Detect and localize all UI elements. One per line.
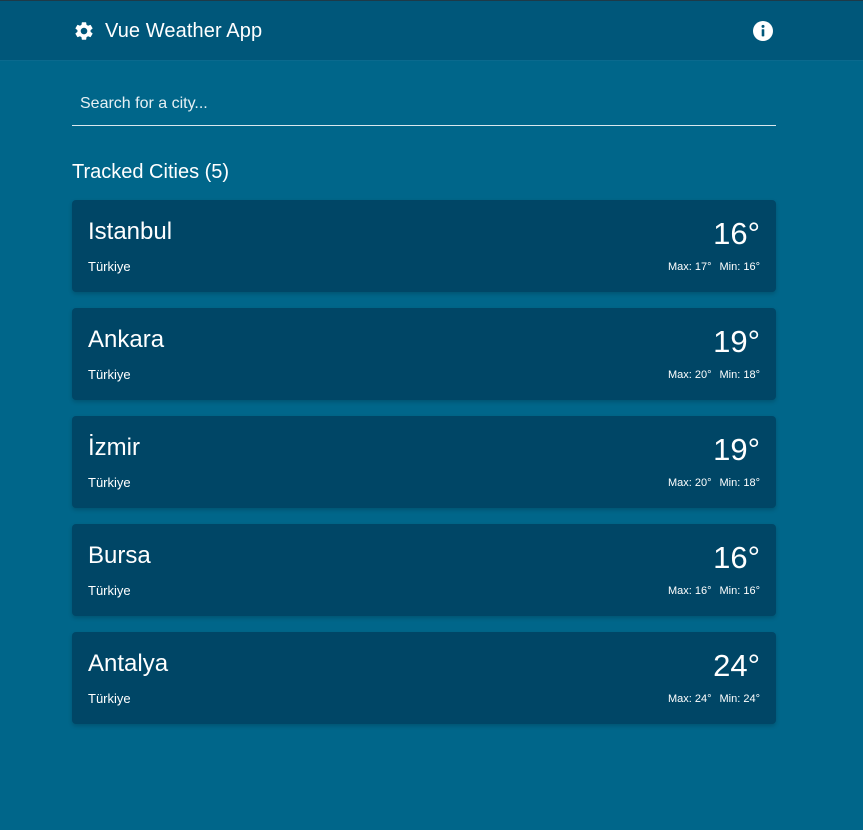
- city-name: Antalya: [88, 650, 169, 677]
- max-temperature: Max: 24°: [667, 693, 712, 705]
- min-temperature: Min: 18°: [719, 369, 760, 381]
- temperature-range: Max: 20° Min: 18°: [668, 477, 760, 489]
- min-temperature: Min: 16°: [719, 585, 760, 597]
- max-temperature: Max: 16°: [667, 585, 712, 597]
- temperature-range: Max: 17° Min: 16°: [668, 261, 760, 273]
- city-country: Türkiye: [88, 259, 131, 274]
- temperature-range: Max: 24° Min: 24°: [668, 693, 760, 705]
- app-title: Vue Weather App: [105, 19, 263, 42]
- city-country: Türkiye: [88, 583, 131, 598]
- city-name: Istanbul: [88, 218, 173, 245]
- city-card[interactable]: Ankara Türkiye 19° Max: 20° Min: 18°: [72, 308, 776, 400]
- min-temperature: Min: 24°: [719, 693, 760, 705]
- temperature-range: Max: 16° Min: 16°: [668, 585, 760, 597]
- city-country: Türkiye: [88, 475, 131, 490]
- city-country: Türkiye: [88, 367, 131, 382]
- max-temperature: Max: 20°: [667, 369, 712, 381]
- search-field: [72, 61, 776, 126]
- city-card[interactable]: İzmir Türkiye 19° Max: 20° Min: 18°: [72, 416, 776, 508]
- city-name: İzmir: [88, 434, 140, 461]
- max-temperature: Max: 20°: [667, 477, 712, 489]
- max-temperature: Max: 17°: [667, 261, 712, 273]
- temperature-range: Max: 20° Min: 18°: [668, 369, 760, 381]
- city-temperature: 19°: [713, 432, 760, 467]
- search-input[interactable]: [72, 87, 776, 121]
- min-temperature: Min: 16°: [719, 261, 760, 273]
- city-temperature: 16°: [713, 540, 760, 575]
- city-card[interactable]: Antalya Türkiye 24° Max: 24° Min: 24°: [72, 632, 776, 724]
- app-header: Vue Weather App: [0, 0, 863, 61]
- city-name: Bursa: [88, 542, 151, 569]
- city-card[interactable]: Istanbul Türkiye 16° Max: 17° Min: 16°: [72, 200, 776, 292]
- tracked-cities-title: Tracked Cities (5): [72, 161, 230, 183]
- main-content: Tracked Cities (5) Istanbul Türkiye 16° …: [72, 61, 776, 740]
- city-name: Ankara: [88, 326, 165, 353]
- city-temperature: 16°: [713, 216, 760, 251]
- info-icon: [753, 21, 773, 41]
- brand: Vue Weather App: [73, 1, 262, 61]
- city-temperature: 19°: [713, 324, 760, 359]
- min-temperature: Min: 18°: [719, 477, 760, 489]
- city-card[interactable]: Bursa Türkiye 16° Max: 16° Min: 16°: [72, 524, 776, 616]
- info-button[interactable]: [752, 20, 774, 42]
- city-list: Istanbul Türkiye 16° Max: 17° Min: 16° A…: [72, 200, 776, 724]
- gear-icon: [75, 22, 93, 40]
- city-temperature: 24°: [713, 648, 760, 683]
- city-country: Türkiye: [88, 691, 131, 706]
